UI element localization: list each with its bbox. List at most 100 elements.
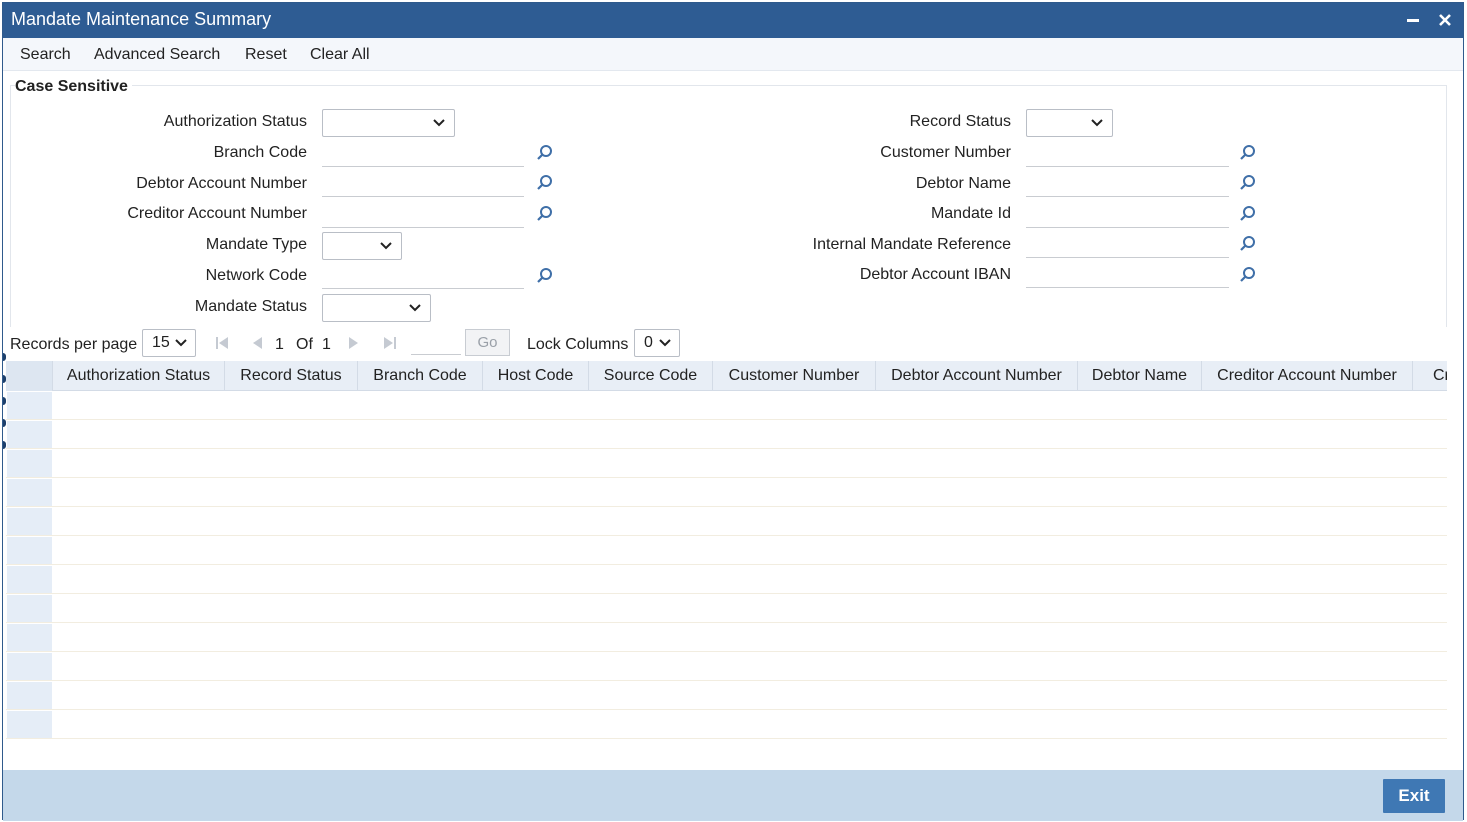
row-select-cell[interactable] — [7, 508, 52, 535]
column-header-customer-number[interactable]: Customer Number — [713, 361, 876, 391]
branch-code-lookup-icon[interactable] — [536, 144, 554, 162]
debtor-name-input[interactable] — [1026, 171, 1229, 197]
column-header-debtor-account-number[interactable]: Debtor Account Number — [876, 361, 1078, 391]
table-row[interactable] — [6, 565, 1447, 594]
creditor-account-number-input[interactable] — [322, 202, 524, 228]
mandate-id-lookup-icon[interactable] — [1239, 205, 1257, 223]
window-title: Mandate Maintenance Summary — [11, 9, 272, 29]
table-row[interactable] — [6, 478, 1447, 507]
results-grid: Authorization Status Record Status Branc… — [6, 361, 1447, 756]
chevron-down-icon — [409, 304, 421, 312]
go-button[interactable]: Go — [465, 329, 510, 356]
advanced-search-button[interactable]: Advanced Search — [94, 46, 220, 64]
chevron-down-icon — [1091, 119, 1103, 127]
authorization-status-select[interactable] — [322, 109, 455, 137]
chevron-down-icon — [659, 339, 671, 347]
minimize-icon — [1407, 19, 1419, 22]
lock-columns-select[interactable]: 0 — [634, 329, 680, 357]
close-icon — [1439, 14, 1451, 26]
row-select-cell[interactable] — [7, 450, 52, 477]
column-header-host-code[interactable]: Host Code — [483, 361, 589, 391]
mandate-type-select[interactable] — [322, 232, 402, 260]
lock-columns-label: Lock Columns — [527, 336, 629, 353]
column-header-debtor-name[interactable]: Debtor Name — [1078, 361, 1202, 391]
column-header-branch-code[interactable]: Branch Code — [358, 361, 483, 391]
column-header-record-status[interactable]: Record Status — [225, 361, 358, 391]
debtor-account-iban-input[interactable] — [1026, 262, 1229, 288]
row-select-cell[interactable] — [7, 392, 52, 419]
table-row[interactable] — [6, 449, 1447, 478]
pagination-bar: Records per page 15 1 Of 1 Go Lock Colum… — [3, 327, 1463, 363]
table-row[interactable] — [6, 420, 1447, 449]
footer-bar: Exit — [3, 770, 1463, 821]
internal-mandate-reference-lookup-icon[interactable] — [1239, 235, 1257, 253]
row-select-cell[interactable] — [7, 566, 52, 593]
first-page-icon[interactable] — [214, 335, 230, 351]
authorization-status-label: Authorization Status — [163, 113, 307, 130]
records-per-page-value: 15 — [152, 334, 170, 351]
column-header-authorization-status[interactable]: Authorization Status — [53, 361, 225, 391]
grid-header: Authorization Status Record Status Branc… — [6, 361, 1447, 391]
debtor-account-iban-label: Debtor Account IBAN — [859, 266, 1011, 283]
select-all-column[interactable] — [6, 361, 53, 391]
internal-mandate-reference-label: Internal Mandate Reference — [812, 236, 1011, 253]
mandate-status-select[interactable] — [322, 294, 431, 322]
records-per-page-label: Records per page — [10, 336, 138, 353]
close-button[interactable] — [1433, 7, 1457, 33]
exit-button[interactable]: Exit — [1383, 779, 1445, 813]
creditor-account-number-label: Creditor Account Number — [127, 205, 307, 222]
row-select-cell[interactable] — [7, 624, 52, 651]
branch-code-input[interactable] — [322, 141, 524, 167]
records-per-page-select[interactable]: 15 — [142, 329, 196, 357]
row-select-cell[interactable] — [7, 537, 52, 564]
clear-all-button[interactable]: Clear All — [310, 46, 370, 64]
debtor-account-number-input[interactable] — [322, 171, 524, 197]
table-row[interactable] — [6, 536, 1447, 565]
customer-number-input[interactable] — [1026, 141, 1229, 167]
row-select-cell[interactable] — [7, 421, 52, 448]
search-button[interactable]: Search — [20, 46, 71, 64]
row-select-cell[interactable] — [7, 682, 52, 709]
mandate-type-label: Mandate Type — [205, 236, 307, 253]
toolbar: Search Advanced Search Reset Clear All — [3, 38, 1463, 71]
debtor-name-lookup-icon[interactable] — [1239, 174, 1257, 192]
network-code-label: Network Code — [205, 267, 307, 284]
row-select-cell[interactable] — [7, 711, 52, 738]
creditor-account-number-lookup-icon[interactable] — [536, 205, 554, 223]
column-header-source-code[interactable]: Source Code — [589, 361, 713, 391]
debtor-account-number-lookup-icon[interactable] — [536, 174, 554, 192]
table-row[interactable] — [6, 623, 1447, 652]
row-select-cell[interactable] — [7, 595, 52, 622]
row-select-cell[interactable] — [7, 653, 52, 680]
column-header-creditor-account-number[interactable]: Creditor Account Number — [1202, 361, 1413, 391]
table-row[interactable] — [6, 652, 1447, 681]
reset-button[interactable]: Reset — [245, 46, 287, 64]
chevron-down-icon — [433, 119, 445, 127]
last-page-icon[interactable] — [382, 335, 398, 351]
record-status-select[interactable] — [1026, 109, 1113, 137]
table-row[interactable] — [6, 391, 1447, 420]
internal-mandate-reference-input[interactable] — [1026, 232, 1229, 258]
mandate-id-input[interactable] — [1026, 202, 1229, 228]
branch-code-label: Branch Code — [213, 144, 307, 161]
next-page-icon[interactable] — [346, 335, 362, 351]
customer-number-lookup-icon[interactable] — [1239, 144, 1257, 162]
table-row[interactable] — [6, 681, 1447, 710]
table-row[interactable] — [6, 594, 1447, 623]
record-status-label: Record Status — [909, 113, 1011, 130]
debtor-account-number-label: Debtor Account Number — [136, 175, 307, 192]
previous-page-icon[interactable] — [249, 335, 265, 351]
network-code-input[interactable] — [322, 263, 524, 289]
table-row[interactable] — [6, 507, 1447, 536]
network-code-lookup-icon[interactable] — [536, 267, 554, 285]
row-select-cell[interactable] — [7, 479, 52, 506]
debtor-name-label: Debtor Name — [915, 175, 1011, 192]
go-to-page-input[interactable] — [411, 329, 461, 355]
debtor-account-iban-lookup-icon[interactable] — [1239, 266, 1257, 284]
chevron-down-icon — [175, 339, 187, 347]
customer-number-label: Customer Number — [880, 144, 1011, 161]
table-row[interactable] — [6, 710, 1447, 739]
of-label: Of — [296, 336, 313, 353]
column-header-truncated[interactable]: Cr — [1413, 361, 1447, 391]
minimize-button[interactable] — [1401, 7, 1425, 33]
